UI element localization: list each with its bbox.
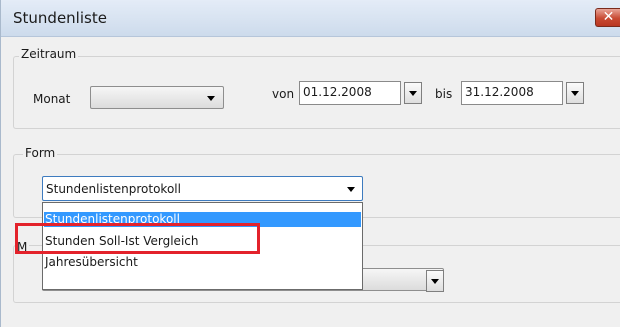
close-icon: ✕ (602, 9, 615, 25)
von-date-value: 01.12.2008 (303, 85, 372, 99)
bis-date-value: 31.12.2008 (465, 85, 534, 99)
monat-select[interactable] (90, 86, 224, 109)
von-date-field[interactable]: 01.12.2008 (299, 81, 401, 105)
chevron-down-icon (409, 91, 417, 96)
title-bar: Stundenliste ✕ (1, 0, 620, 37)
form-select[interactable]: Stundenlistenprotokoll (42, 176, 363, 201)
dropdown-option[interactable]: Jahresübersicht (44, 255, 361, 270)
close-button[interactable]: ✕ (595, 8, 620, 27)
chevron-down-icon (571, 91, 579, 96)
zeitraum-legend: Zeitraum (19, 47, 79, 61)
von-label: von (272, 87, 295, 101)
form-select-value: Stundenlistenprotokoll (46, 182, 181, 196)
stundenliste-dialog: Stundenliste ✕ Zeitraum Monat von 01.12.… (0, 0, 620, 327)
monat-label: Monat (33, 92, 71, 106)
bis-date-dropdown-button[interactable] (566, 82, 584, 104)
window-title: Stundenliste (13, 9, 107, 27)
highlight-annotation (15, 223, 260, 254)
chevron-down-icon (347, 187, 355, 192)
von-date-dropdown-button[interactable] (404, 82, 422, 104)
bis-date-field[interactable]: 31.12.2008 (461, 81, 563, 105)
lower-select-dropdown-button[interactable] (426, 270, 444, 292)
bis-label: bis (435, 87, 453, 101)
form-legend: Form (23, 146, 58, 160)
chevron-down-icon (431, 279, 439, 284)
chevron-down-icon (207, 96, 215, 101)
